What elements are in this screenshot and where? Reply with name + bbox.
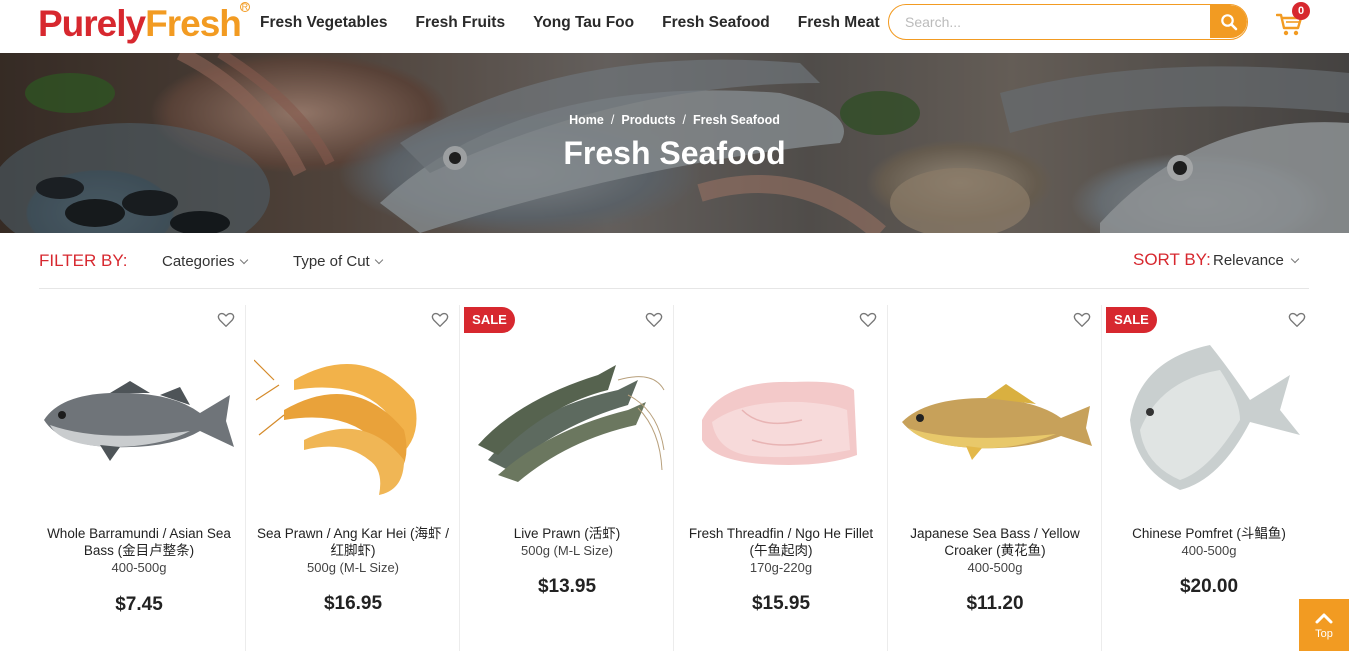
product-weight: 170g-220g: [749, 560, 813, 575]
product-price: $15.95: [751, 593, 811, 614]
product-image[interactable]: [468, 335, 666, 505]
back-to-top-button[interactable]: Top: [1299, 599, 1349, 651]
sort-by-label: SORT BY:: [1133, 250, 1211, 269]
logo-text-purely: Purely: [38, 3, 146, 44]
type-of-cut-dropdown[interactable]: Type of Cut: [293, 253, 383, 270]
product-price: $13.95: [537, 576, 597, 597]
chevron-up-icon: [1315, 613, 1333, 624]
product-name[interactable]: Japanese Sea Bass / Yellow Croaker (黄花鱼)…: [896, 525, 1094, 576]
hero-banner: Home / Products / Fresh Seafood Fresh Seafoo…: [0, 53, 1349, 233]
product-price: $7.45: [115, 594, 163, 615]
back-to-top-label: Top: [1315, 628, 1333, 640]
search-input[interactable]: [905, 5, 1205, 38]
breadcrumb-separator: /: [610, 113, 615, 127]
yellow-croaker-image: [902, 384, 1092, 460]
nav-fresh-seafood[interactable]: Fresh Seafood: [648, 14, 784, 32]
live-prawns-image: [478, 365, 665, 482]
sort-value: Relevance: [1213, 252, 1284, 269]
product-title: Live Prawn (活虾): [513, 526, 621, 541]
purelyfresh-logo[interactable]: PurelyFresh R: [38, 2, 250, 46]
product-title: Chinese Pomfret (斗鲳鱼): [1132, 526, 1286, 541]
product-name[interactable]: Chinese Pomfret (斗鲳鱼) 400-500g: [1110, 525, 1308, 559]
product-weight: 500g (M-L Size): [307, 560, 399, 575]
wishlist-heart-icon[interactable]: [859, 311, 877, 329]
chevron-down-icon: [239, 255, 248, 264]
site-header: PurelyFresh R Fresh Vegetables Fresh Fru…: [0, 0, 1349, 53]
nav-fresh-fruits[interactable]: Fresh Fruits: [402, 14, 520, 32]
product-grid: Whole Barramundi / Asian Sea Bass (金目卢整条…: [32, 305, 1316, 651]
product-image[interactable]: [682, 335, 880, 505]
cart-count-badge: 0: [1292, 2, 1310, 20]
sea-prawns-image: [254, 359, 417, 495]
filter-bar: FILTER BY: Categories Type of Cut SORT B…: [39, 238, 1309, 289]
wishlist-heart-icon[interactable]: [645, 311, 663, 329]
search-box: [888, 4, 1248, 40]
threadfin-fillet-image: [702, 381, 857, 465]
product-card[interactable]: Whole Barramundi / Asian Sea Bass (金目卢整条…: [32, 305, 246, 651]
product-card[interactable]: Sea Prawn / Ang Kar Hei (海虾 / 红脚虾) 500g …: [246, 305, 460, 651]
breadcrumb-current: Fresh Seafood: [693, 113, 780, 127]
product-name[interactable]: Sea Prawn / Ang Kar Hei (海虾 / 红脚虾) 500g …: [254, 525, 452, 576]
product-card[interactable]: SALE Live Prawn (活虾) 500g (M-L Size) $13…: [460, 305, 674, 651]
product-title: Japanese Sea Bass / Yellow Croaker (黄花鱼): [910, 526, 1080, 558]
nav-yong-tau-foo[interactable]: Yong Tau Foo: [519, 14, 648, 32]
categories-dropdown[interactable]: Categories: [162, 253, 248, 270]
product-weight: 400-500g: [1181, 543, 1237, 558]
product-name[interactable]: Fresh Threadfin / Ngo He Fillet (午鱼起肉) 1…: [682, 525, 880, 576]
product-price: $20.00: [1179, 576, 1239, 597]
product-card[interactable]: Japanese Sea Bass / Yellow Croaker (黄花鱼)…: [888, 305, 1102, 651]
type-of-cut-label: Type of Cut: [293, 253, 370, 270]
page-title: Fresh Seafood: [563, 135, 786, 171]
wishlist-heart-icon[interactable]: [1288, 311, 1306, 329]
breadcrumb-home[interactable]: Home: [569, 113, 604, 127]
product-image[interactable]: [1110, 335, 1308, 505]
wishlist-heart-icon[interactable]: [431, 311, 449, 329]
search-button[interactable]: [1210, 5, 1247, 38]
product-image[interactable]: [40, 335, 238, 505]
chevron-down-icon: [1290, 254, 1300, 263]
wishlist-heart-icon[interactable]: [217, 311, 235, 329]
sort-dropdown[interactable]: Relevance: [1213, 252, 1300, 269]
chevron-down-icon: [374, 255, 383, 264]
product-title: Sea Prawn / Ang Kar Hei (海虾 / 红脚虾): [256, 526, 450, 558]
product-image[interactable]: [254, 335, 452, 505]
filter-by-label: FILTER BY:: [39, 251, 128, 270]
main-nav: Fresh Vegetables Fresh Fruits Yong Tau F…: [246, 0, 894, 45]
product-title: Fresh Threadfin / Ngo He Fillet (午鱼起肉): [688, 526, 874, 558]
breadcrumb-separator: /: [682, 113, 687, 127]
breadcrumb: Home / Products / Fresh Seafood: [0, 113, 1349, 127]
nav-fresh-meat[interactable]: Fresh Meat: [784, 14, 894, 32]
product-title: Whole Barramundi / Asian Sea Bass (金目卢整条…: [47, 526, 231, 558]
product-weight: 400-500g: [111, 560, 167, 575]
product-price: $11.20: [966, 593, 1024, 614]
sale-badge: SALE: [464, 307, 515, 333]
barramundi-fish-image: [44, 381, 234, 461]
categories-label: Categories: [162, 253, 235, 270]
product-weight: 400-500g: [967, 560, 1023, 575]
product-card[interactable]: SALE Chinese Pomfret (斗鲳鱼) 400-500g $20.…: [1102, 305, 1316, 651]
product-name[interactable]: Whole Barramundi / Asian Sea Bass (金目卢整条…: [40, 525, 238, 576]
breadcrumb-products[interactable]: Products: [621, 113, 675, 127]
product-weight: 500g (M-L Size): [521, 543, 613, 558]
logo-text-fresh: Fresh: [145, 3, 242, 44]
pomfret-fish-image: [1130, 345, 1300, 490]
product-card[interactable]: Fresh Threadfin / Ngo He Fillet (午鱼起肉) 1…: [674, 305, 888, 651]
product-name[interactable]: Live Prawn (活虾) 500g (M-L Size): [468, 525, 666, 559]
wishlist-heart-icon[interactable]: [1073, 311, 1091, 329]
sale-badge: SALE: [1106, 307, 1157, 333]
nav-fresh-vegetables[interactable]: Fresh Vegetables: [246, 14, 402, 32]
search-icon: [1220, 13, 1237, 30]
product-image[interactable]: [896, 335, 1094, 505]
product-price: $16.95: [323, 593, 383, 614]
